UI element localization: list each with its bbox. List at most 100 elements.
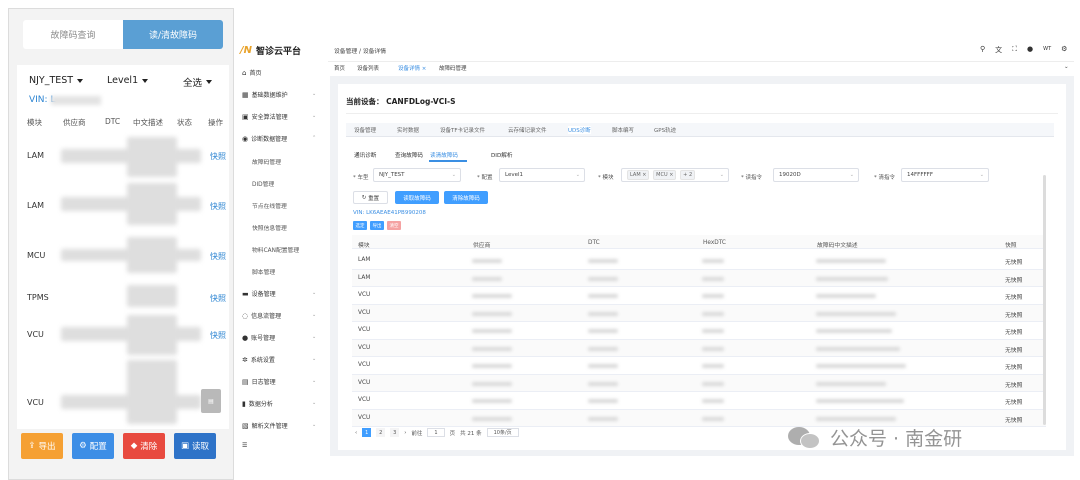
chevron-down-icon[interactable]: ⌄ (1064, 64, 1069, 70)
subtab-comm-diag[interactable]: 通讯诊断 (354, 151, 376, 159)
tab-tf-files[interactable]: 设备TF卡记录文件 (440, 126, 485, 134)
module-chip[interactable]: MCU × (653, 170, 677, 180)
redacted-cell (816, 346, 900, 351)
sidebar-item-home[interactable]: ⌂ 首页 (242, 68, 261, 78)
config-button[interactable]: ⚙ 配置 (72, 433, 114, 459)
select-button[interactable]: 选定 (353, 221, 367, 230)
tab-realtime[interactable]: 实时数据 (397, 126, 419, 134)
table-row[interactable]: VCU 无快照 (352, 357, 1046, 375)
sidebar-sub-node-online[interactable]: 节点在线管理 (252, 201, 287, 210)
sidebar-item-security-algo[interactable]: ▣ 安全算法管理 (242, 112, 288, 122)
level-select[interactable]: Level1 (107, 75, 149, 86)
tag-device-list[interactable]: 设备列表 (357, 64, 379, 72)
clear-cmd-select[interactable]: 14FFFFFF ⌄ (901, 168, 989, 182)
export-button[interactable]: ⇪ 导出 (21, 433, 63, 459)
tab-device-manage[interactable]: 设备管理 (354, 126, 376, 134)
tab-uds[interactable]: UDS诊断 (568, 126, 591, 134)
snapshot-link[interactable]: 快照 (210, 151, 226, 162)
scan-icon[interactable]: ▤ (201, 389, 221, 413)
module-select[interactable]: LAM × MCU × + 2 ⌄ (621, 168, 729, 182)
snapshot-link[interactable]: 快照 (210, 201, 226, 212)
config-select[interactable]: Level1 ⌄ (499, 168, 585, 182)
row-module: LAM (27, 201, 45, 210)
sidebar-item-analytics[interactable]: ▮ 数据分析 (242, 399, 273, 409)
menu-label: 账号管理 (251, 335, 276, 342)
table-scrollbar[interactable] (1043, 175, 1046, 425)
sidebar-sub-script[interactable]: 脚本管理 (252, 267, 275, 276)
chevron-up-icon: ⌃ (312, 135, 317, 141)
gear-icon[interactable]: ⚙ (1061, 45, 1067, 55)
export-button[interactable]: 导出 (370, 221, 384, 230)
tag-home[interactable]: 首页 (334, 64, 345, 72)
table-row[interactable]: VCU 无快照 (352, 304, 1046, 322)
collapse-sidebar-icon[interactable]: ☰ (242, 442, 247, 449)
subtab-did-parse[interactable]: DID解析 (491, 151, 512, 159)
clear-button[interactable]: ◆ 清除 (123, 433, 165, 459)
module-chip[interactable]: LAM × (627, 170, 650, 180)
subtab-read-clear-dtc[interactable]: 读清故障码 (430, 151, 458, 159)
sidebar-item-parse-file[interactable]: ▧ 解析文件管理 (242, 421, 288, 431)
sidebar-sub-dtc[interactable]: 故障码管理 (252, 157, 281, 166)
tab-gps[interactable]: GPS轨迹 (654, 126, 676, 134)
redacted-cell (702, 259, 724, 263)
module-select-all[interactable]: 全选 (183, 75, 213, 89)
reset-button[interactable]: ↻ 重置 (353, 191, 388, 204)
cell-snapshot: 无快照 (1005, 417, 1023, 424)
sidebar-item-basic-data[interactable]: ▦ 基础数据维护 (242, 90, 288, 100)
table-row[interactable]: VCU 无快照 (352, 322, 1046, 340)
tag-dtc-manage[interactable]: 故障码管理 (439, 64, 467, 72)
table-row[interactable]: LAM 无快照 (352, 269, 1046, 287)
user-name[interactable]: WT (1043, 45, 1051, 55)
prev-page-icon[interactable]: ‹ (355, 430, 357, 436)
table-row[interactable]: VCU 无快照 (352, 392, 1046, 410)
snapshot-link[interactable]: 快照 (210, 293, 226, 304)
read-cmd-select[interactable]: 19020D ⌄ (773, 168, 859, 182)
page-size-select[interactable]: 10条/页 (486, 428, 519, 437)
sidebar-item-account[interactable]: ● 账号管理 (242, 333, 276, 343)
table-row[interactable]: VCU 无快照 (352, 339, 1046, 357)
read-button[interactable]: ▣ 读取 (174, 433, 216, 459)
menu-label: 系统设置 (250, 357, 275, 364)
car-select[interactable]: NJY_TEST (29, 75, 84, 86)
tab-script[interactable]: 脚本编写 (612, 126, 634, 134)
fullscreen-icon[interactable]: ⛶ (1012, 45, 1017, 55)
sidebar-item-logs[interactable]: ▤ 日志管理 (242, 377, 276, 387)
sidebar-sub-snapshot[interactable]: 快照信息管理 (252, 223, 287, 232)
tag-device-detail[interactable]: 设备详情 × (398, 64, 426, 72)
page-2[interactable]: 2 (376, 428, 386, 437)
table-row[interactable]: LAM 无快照 (352, 252, 1046, 270)
clear-dtc-button[interactable]: 清除故障码 (444, 191, 488, 204)
tab-read-clear-dtc[interactable]: 读/清故障码 (123, 20, 223, 49)
translate-icon[interactable]: 文 (995, 45, 1002, 55)
sidebar-item-info-flow[interactable]: ◌ 信息流管理 (242, 311, 281, 321)
search-icon[interactable]: ⚲ (980, 45, 985, 55)
car-select[interactable]: NJY_TEST ⌄ (373, 168, 461, 182)
sidebar-item-device[interactable]: ▬ 设备管理 (242, 289, 276, 299)
cell-module: VCU (358, 362, 371, 368)
page-input[interactable]: 1 (427, 428, 445, 437)
sidebar-item-diag-data[interactable]: ◉ 诊断数据管理 (242, 134, 287, 144)
snapshot-link[interactable]: 快照 (210, 330, 226, 341)
table-header (352, 235, 1046, 249)
table-row[interactable]: VCU 无快照 (352, 287, 1046, 305)
table-row[interactable]: VCU 无快照 (352, 374, 1046, 392)
read-cmd-value: 19020D (779, 172, 801, 178)
snapshot-link[interactable]: 快照 (210, 251, 226, 262)
subtab-query-dtc[interactable]: 查询故障码 (395, 151, 423, 159)
chevron-down-icon: ⌄ (312, 113, 317, 119)
next-page-icon[interactable]: › (404, 430, 406, 436)
page-1[interactable]: 1 (362, 428, 372, 437)
sidebar-item-settings[interactable]: ✲ 系统设置 (242, 355, 275, 365)
tab-dtc-query[interactable]: 故障码查询 (23, 20, 123, 49)
page-3[interactable]: 3 (390, 428, 400, 437)
avatar[interactable]: ● (1027, 45, 1033, 55)
clear-all-button[interactable]: 清空 (387, 221, 401, 230)
sidebar-sub-did[interactable]: DID管理 (252, 179, 274, 188)
menu-label: 数据分析 (248, 401, 273, 408)
cell-module: VCU (358, 309, 371, 316)
tab-cloud-files[interactable]: 云存储记录文件 (508, 126, 547, 134)
close-icon[interactable]: × (422, 66, 427, 72)
redacted-row (127, 137, 177, 177)
read-dtc-button[interactable]: 读取故障码 (395, 191, 439, 204)
sidebar-sub-can-config[interactable]: 物料CAN配置管理 (252, 245, 299, 254)
